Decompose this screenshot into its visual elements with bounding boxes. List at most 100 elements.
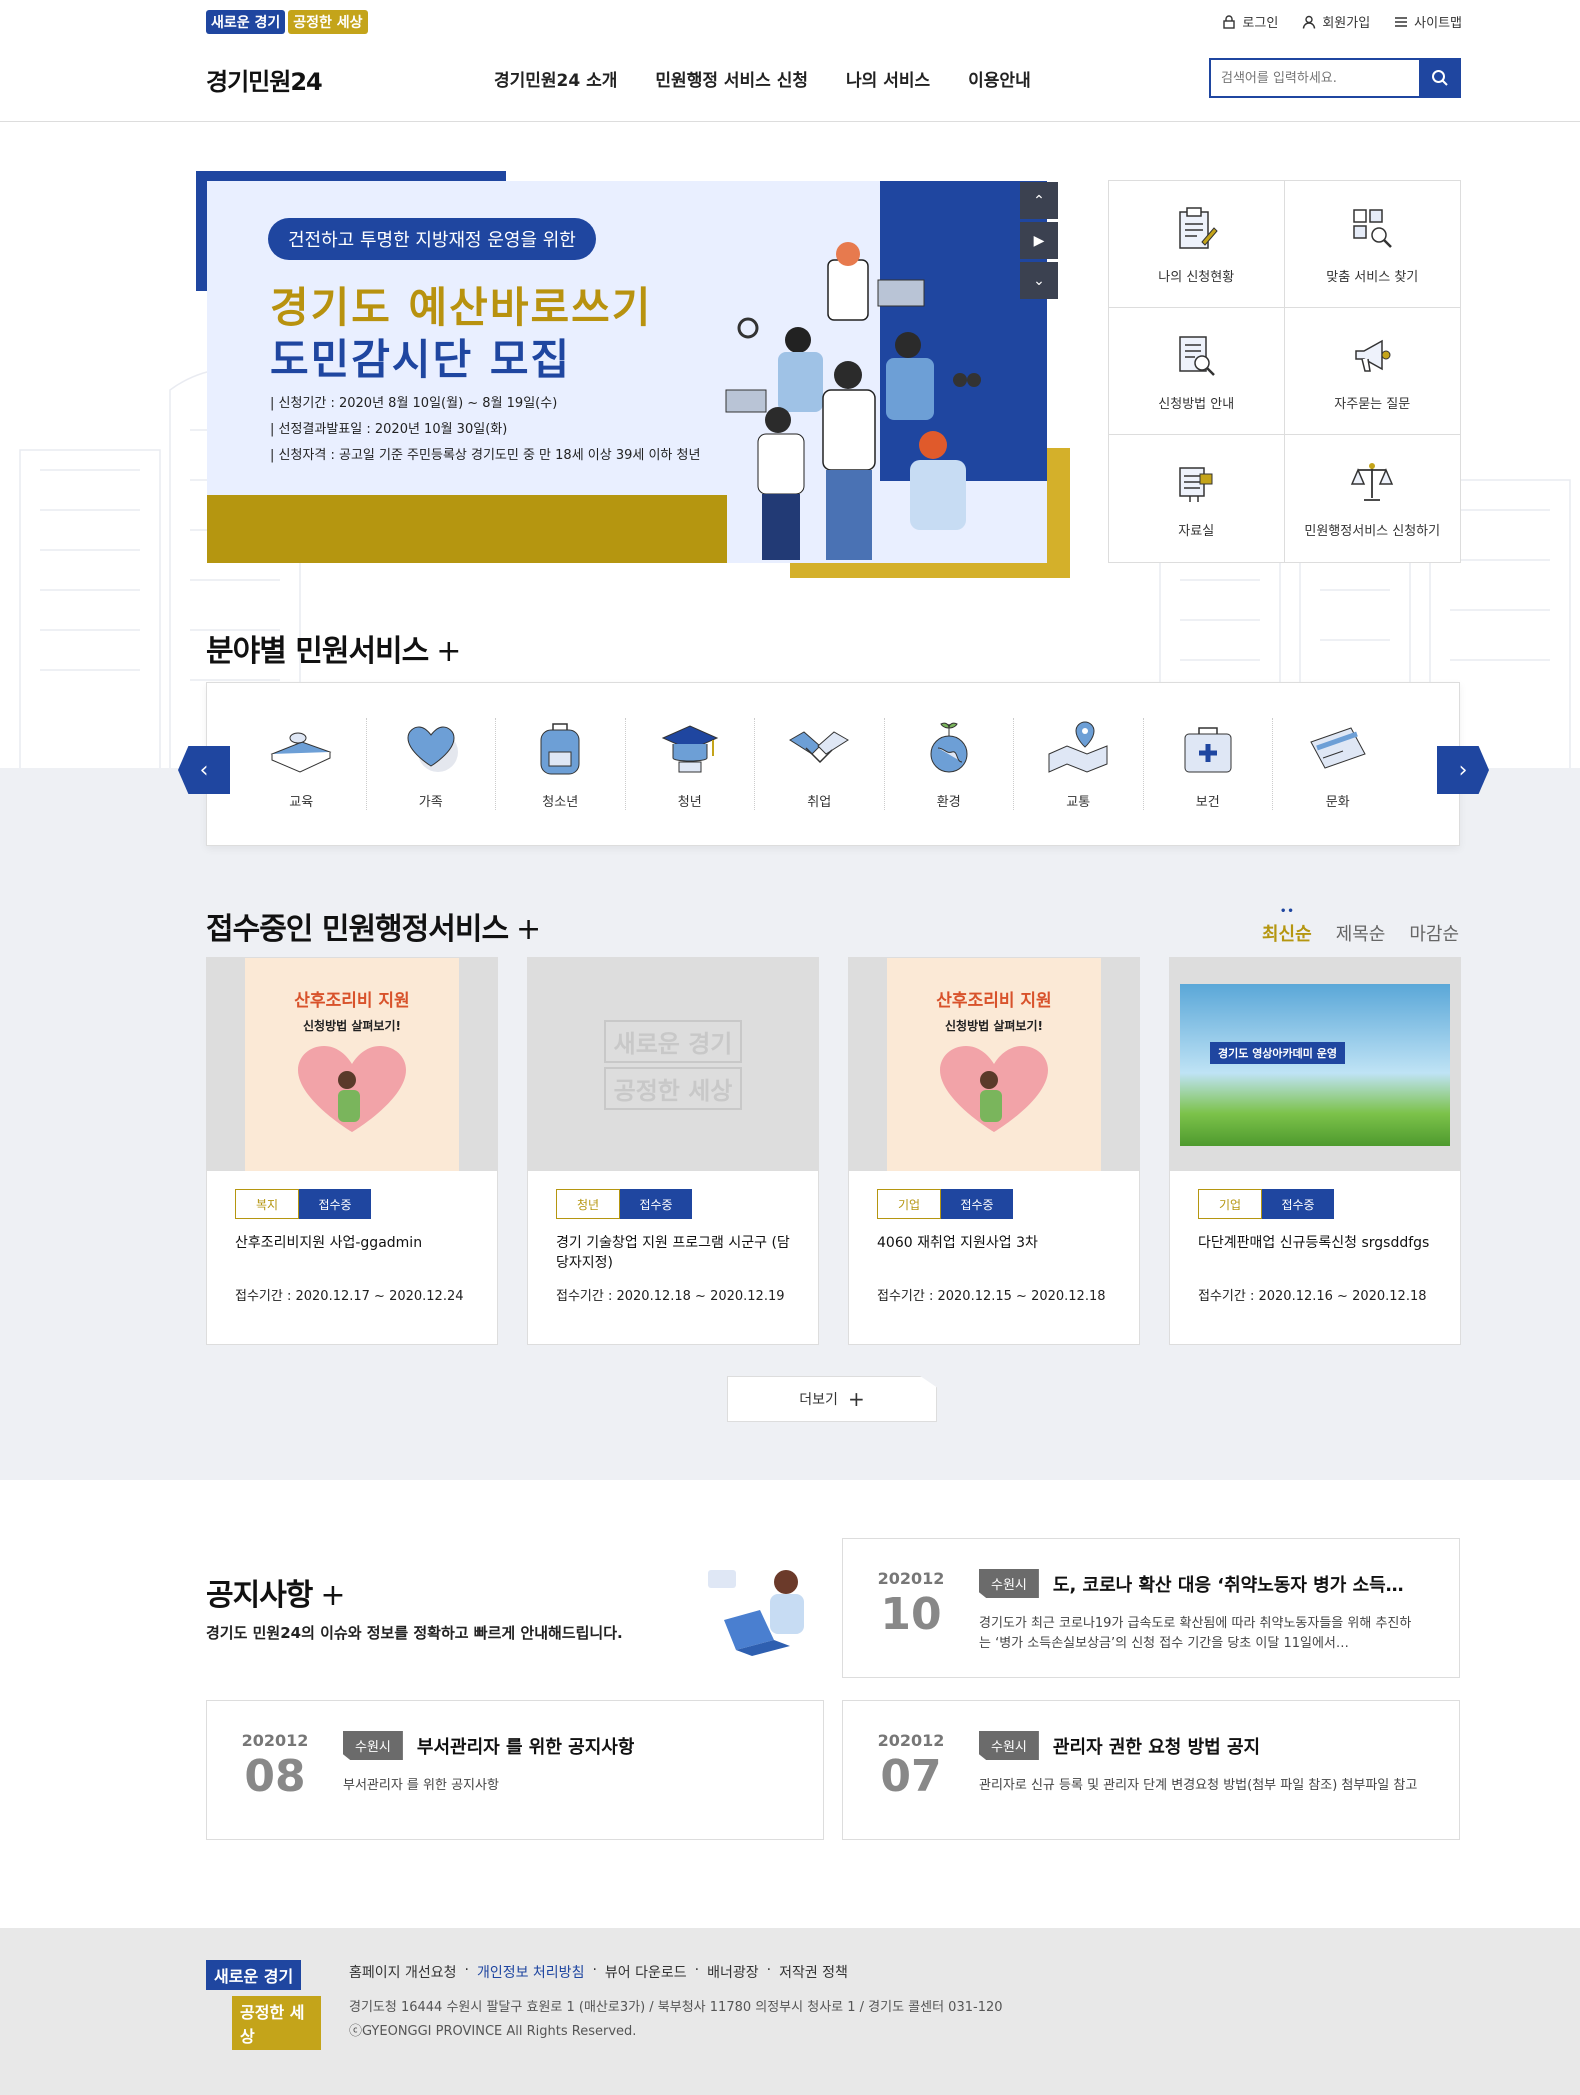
plus-icon: + <box>436 634 461 669</box>
footer-link-banner[interactable]: 배너광장 <box>707 1962 759 1982</box>
footer-address: 경기도청 16444 수원시 팔달구 효원로 1 (매산로3가) / 북부청사 … <box>349 2000 1003 2015</box>
service-card[interactable]: 새로운 경기 공정한 세상 청년 접수중 경기 기술창업 지원 프로그램 시군구 … <box>527 957 819 1345</box>
sitemap-link[interactable]: 사이트맵 <box>1394 12 1462 31</box>
card-thumbnail: 산후조리비 지원 신청방법 살펴보기! <box>849 958 1139 1171</box>
notice-title: 도, 코로나 확산 대응 ‘취약노동자 병가 소득… <box>1052 1574 1404 1596</box>
quick-find-service[interactable]: 맞춤 서비스 찾기 <box>1284 181 1460 308</box>
status-badge: 접수중 <box>941 1189 1013 1219</box>
notice-title-text: 공지사항 <box>206 1578 313 1613</box>
field-services-box: 교육 가족 청소년 청년 취업 환경 교통 보건 문화 <box>206 682 1460 846</box>
notice-title: 관리자 권한 요청 방법 공지 <box>1052 1736 1261 1758</box>
notice-section-title[interactable]: 공지사항 + <box>206 1570 346 1614</box>
card-date: 접수기간 : 2020.12.16 ~ 2020.12.18 <box>1198 1289 1427 1304</box>
service-card[interactable]: 산후조리비 지원 신청방법 살펴보기! 기업 접수중 4060 재취업 지원사업 … <box>848 957 1140 1345</box>
more-button[interactable]: 더보기 + <box>727 1376 937 1422</box>
poster-image: 산후조리비 지원 신청방법 살펴보기! <box>887 958 1101 1171</box>
separator-dot: · <box>592 1962 597 1978</box>
field-item-youth[interactable]: 청소년 <box>496 718 626 810</box>
status-badge: 접수중 <box>620 1189 692 1219</box>
field-label: 보건 <box>1195 795 1220 810</box>
card-date: 접수기간 : 2020.12.17 ~ 2020.12.24 <box>235 1289 464 1304</box>
footer-link-viewer[interactable]: 뷰어 다운로드 <box>605 1962 687 1982</box>
banner-prev-button[interactable]: ⌃ <box>1020 182 1058 219</box>
more-label: 더보기 <box>799 1392 838 1408</box>
receiving-section-title[interactable]: 접수중인 민원행정서비스 + <box>206 904 541 948</box>
banner-controls: ⌃ ▶ ⌄ <box>1020 182 1058 299</box>
banner-info: | 신청기간 : 2020년 8월 10일(월) ~ 8월 19일(수) | 선… <box>270 391 700 469</box>
menu-icon <box>1395 16 1408 27</box>
book-icon <box>270 732 332 773</box>
site-logo[interactable]: 경기민원24 <box>206 62 323 97</box>
clipboard-icon <box>1179 206 1218 249</box>
user-icon <box>1303 15 1316 29</box>
footer-link-privacy[interactable]: 개인정보 처리방침 <box>477 1962 585 1982</box>
field-item-transport[interactable]: 교통 <box>1014 718 1144 810</box>
quick-label: 나의 신청현황 <box>1158 269 1235 285</box>
footer-copyright: ⓒGYEONGGI PROVINCE All Rights Reserved. <box>349 2024 637 2039</box>
banner-play-button[interactable]: ▶ <box>1020 222 1058 259</box>
poster-title: 산후조리비 지원 <box>294 991 410 1011</box>
field-next-button[interactable]: › <box>1437 746 1489 794</box>
field-label: 가족 <box>418 795 443 810</box>
nav-guide[interactable]: 이용안내 <box>968 66 1031 91</box>
footer-address-block: 경기도청 16444 수원시 팔달구 효원로 1 (매산로3가) / 북부청사 … <box>349 1996 1003 2044</box>
quick-apply-guide[interactable]: 신청방법 안내 <box>1109 308 1285 435</box>
quick-label: 자주묻는 질문 <box>1334 396 1411 412</box>
field-item-culture[interactable]: 문화 <box>1273 718 1403 810</box>
nav-my-service[interactable]: 나의 서비스 <box>846 66 930 91</box>
join-link[interactable]: 회원가입 <box>1302 12 1370 31</box>
category-tag: 기업 <box>877 1189 941 1219</box>
quick-service-apply[interactable]: 민원행정서비스 신청하기 <box>1285 435 1461 562</box>
sort-latest[interactable]: 최신순 <box>1262 906 1312 946</box>
search-input[interactable] <box>1209 58 1419 98</box>
quick-label: 맞춤 서비스 찾기 <box>1326 269 1419 285</box>
footer-logo-2: 공정한 세상 <box>232 1996 321 2050</box>
field-item-family[interactable]: 가족 <box>367 718 496 810</box>
heart-icon <box>407 726 458 772</box>
heart-illustration <box>298 1046 406 1132</box>
notice-badge: 수원시 <box>979 1569 1039 1598</box>
sort-deadline[interactable]: 마감순 <box>1409 920 1459 946</box>
card-title: 산후조리비지원 사업-ggadmin <box>235 1235 423 1251</box>
notice-item[interactable]: 202012 10 수원시 도, 코로나 확산 대응 ‘취약노동자 병가 소득… … <box>842 1538 1460 1678</box>
field-prev-button[interactable]: ‹ <box>178 746 230 794</box>
notice-item[interactable]: 202012 07 수원시 관리자 권한 요청 방법 공지 관리자로 신규 등록 … <box>842 1700 1460 1840</box>
backpack-icon <box>540 723 580 775</box>
field-item-young-adult[interactable]: 청년 <box>626 718 755 810</box>
field-item-health[interactable]: 보건 <box>1144 718 1273 810</box>
field-section-title[interactable]: 분야별 민원서비스 + <box>206 626 461 670</box>
notice-year-month: 202012 <box>241 1731 309 1750</box>
notice-badge: 수원시 <box>343 1731 403 1760</box>
login-link[interactable]: 로그인 <box>1222 12 1278 31</box>
search-box <box>1209 58 1461 98</box>
quick-label: 자료실 <box>1178 524 1215 539</box>
banner-info-eligibility: | 신청자격 : 공고일 기준 주민등록상 경기도민 중 만 18세 이상 39… <box>270 448 701 463</box>
sort-tabs: 최신순 제목순 마감순 <box>1262 906 1459 946</box>
quick-my-application[interactable]: 나의 신청현황 <box>1109 181 1285 308</box>
field-item-employment[interactable]: 취업 <box>755 718 885 810</box>
footer-link-improve[interactable]: 홈페이지 개선요청 <box>349 1962 457 1982</box>
field-item-environment[interactable]: 환경 <box>885 718 1014 810</box>
sort-title[interactable]: 제목순 <box>1336 920 1386 946</box>
banner-pill: 건전하고 투명한 지방재정 운영을 위한 <box>268 218 596 260</box>
status-badge: 접수중 <box>1262 1189 1334 1219</box>
service-card[interactable]: 산후조리비 지원 신청방법 살펴보기! 복지 접수중 산후조리비지원 사업-gga… <box>206 957 498 1345</box>
quick-archive[interactable]: 자료실 <box>1109 435 1285 562</box>
nav-about[interactable]: 경기민원24 소개 <box>494 66 617 91</box>
service-card[interactable]: 경기도 영상아카데미 운영 기업 접수중 다단계판매업 신규등록신청 srgsdd… <box>1169 957 1461 1345</box>
search-button[interactable] <box>1419 58 1461 98</box>
field-item-education[interactable]: 교육 <box>237 718 367 810</box>
banner-title-2: 도민감시단 모집 <box>270 335 572 384</box>
card-title: 4060 재취업 지원사업 3차 <box>877 1235 1038 1251</box>
nav-service-apply[interactable]: 민원행정 서비스 신청 <box>655 66 808 91</box>
top-bar: 새로운 경기 공정한 세상 로그인 회원가입 사이트맵 <box>0 0 1580 40</box>
notice-item[interactable]: 202012 08 수원시 부서관리자 를 위한 공지사항 부서관리자 를 위한 … <box>206 1700 824 1840</box>
footer-link-copyright[interactable]: 저작권 정책 <box>779 1962 848 1982</box>
main-header: 경기민원24 경기민원24 소개 민원행정 서비스 신청 나의 서비스 이용안내 <box>0 40 1580 122</box>
archive-icon <box>1179 467 1213 502</box>
plus-icon: + <box>320 1578 345 1613</box>
banner-next-button[interactable]: ⌄ <box>1020 262 1058 299</box>
card-thumbnail: 경기도 영상아카데미 운영 <box>1170 958 1460 1171</box>
field-label: 문화 <box>1325 795 1350 810</box>
quick-faq[interactable]: 자주묻는 질문 <box>1284 308 1460 435</box>
